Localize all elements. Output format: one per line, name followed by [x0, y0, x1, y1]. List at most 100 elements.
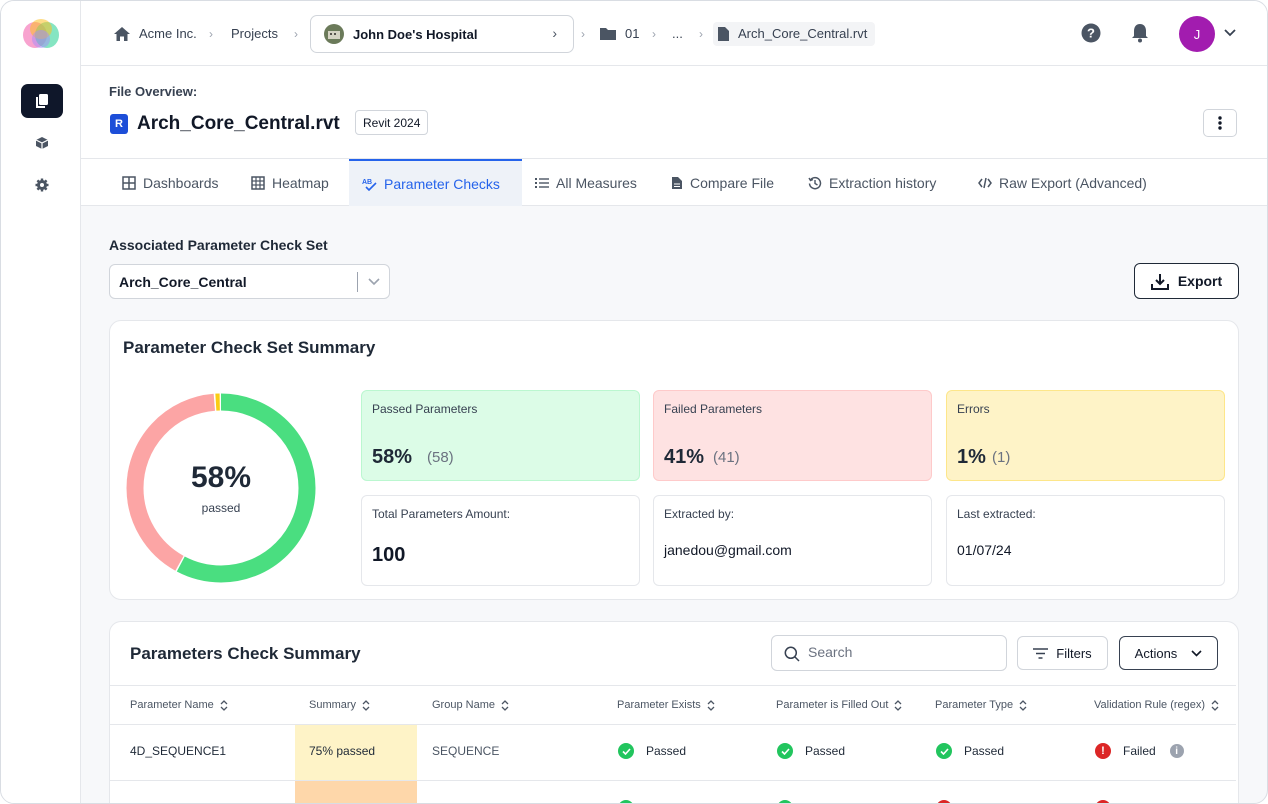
notifications-button[interactable]	[1128, 21, 1152, 45]
column-header-group-name[interactable]: Group Name	[432, 699, 509, 711]
chevron-right-icon: ›	[652, 27, 656, 41]
failed-stat-label: Failed Parameters	[664, 402, 763, 416]
errors-stat-label: Errors	[957, 402, 990, 416]
svg-text:AB: AB	[362, 179, 372, 186]
passed-stat-label: Passed Parameters	[372, 402, 478, 416]
select-divider	[357, 272, 358, 292]
tab-label: Parameter Checks	[384, 175, 500, 192]
passed-stat-pct: 58%	[372, 446, 413, 468]
errors-stat-count: (1)	[992, 449, 1011, 466]
column-header-label: Parameter Name	[130, 699, 214, 711]
check-set-label: Associated Parameter Check Set	[109, 237, 328, 253]
column-header-summary[interactable]: Summary	[309, 699, 370, 711]
status-text: Passed	[805, 744, 846, 758]
check-circle-icon	[777, 743, 793, 759]
search-icon	[784, 646, 800, 662]
donut-caption: passed	[201, 501, 241, 515]
table-icon	[251, 175, 265, 190]
top-bar: Acme Inc. › Projects › John Doe's Hospit…	[81, 1, 1267, 66]
tab-label: Extraction history	[829, 174, 937, 191]
revit-badge-letter: R	[115, 118, 123, 130]
search-input[interactable]	[808, 644, 988, 660]
filters-label: Filters	[1056, 645, 1092, 661]
chevron-right-icon: ›	[209, 27, 213, 41]
check-set-select[interactable]: Arch_Core_Central	[109, 264, 390, 299]
column-header-parameter-type[interactable]: Parameter Type	[935, 699, 1027, 711]
sort-icon	[501, 699, 509, 711]
breadcrumb-org-label: Acme Inc.	[139, 26, 197, 41]
donut-percentage: 58%	[190, 461, 252, 494]
errors-stat-card: Errors 1% (1)	[946, 390, 1225, 481]
tab-all-measures[interactable]: All Measures	[522, 159, 647, 206]
tab-heatmap[interactable]: Heatmap	[238, 159, 348, 206]
code-icon	[978, 177, 992, 188]
breadcrumb-file[interactable]: Arch_Core_Central.rvt	[713, 1, 876, 66]
status-text: Passed	[646, 744, 687, 758]
column-header-parameter-name[interactable]: Parameter Name	[130, 699, 228, 711]
tab-extraction-history[interactable]: Extraction history	[795, 159, 965, 206]
failed-stat-pct: 41%	[664, 446, 705, 468]
donut-center: 58% passed	[126, 393, 316, 583]
status-text: Passed	[964, 744, 1005, 758]
filters-button[interactable]: Filters	[1017, 636, 1108, 670]
column-header-label: Validation Rule (regex)	[1094, 699, 1206, 711]
column-header-label: Parameter Exists	[617, 699, 701, 711]
actions-button[interactable]: Actions	[1119, 636, 1218, 670]
table-divider	[110, 685, 1236, 686]
table-divider	[110, 724, 1236, 725]
column-header-parameter-filled[interactable]: Parameter is Filled Out	[776, 699, 902, 711]
last-extracted-label: Last extracted:	[957, 507, 1036, 521]
errors-stat-pct: 1%	[957, 446, 986, 468]
total-stat-value: 100	[372, 544, 406, 566]
export-label: Export	[1177, 273, 1223, 289]
chevron-right-icon: ›	[552, 25, 557, 41]
breadcrumb-org[interactable]: Acme Inc.	[113, 1, 197, 66]
folder-icon	[600, 28, 616, 40]
help-button[interactable]: ?	[1079, 21, 1103, 45]
chevron-right-icon: ›	[581, 27, 585, 41]
sort-icon	[362, 699, 370, 711]
user-avatar[interactable]: J	[1179, 16, 1215, 52]
last-extracted-card: Last extracted: 01/07/24	[946, 495, 1225, 586]
check-circle-icon	[936, 743, 952, 759]
check-circle-icon	[618, 743, 634, 759]
breadcrumb-projects[interactable]: Projects	[231, 1, 278, 66]
breadcrumb-file-label: Arch_Core_Central.rvt	[738, 26, 868, 41]
app-logo[interactable]	[21, 17, 61, 53]
column-header-parameter-exists[interactable]: Parameter Exists	[617, 699, 715, 711]
chevron-down-icon	[1224, 29, 1236, 37]
tab-compare-file[interactable]: Compare File	[658, 159, 788, 206]
sort-icon	[895, 699, 902, 711]
breadcrumb-folder[interactable]: 01	[599, 1, 639, 66]
cube-icon	[35, 137, 49, 149]
breadcrumb-ellipsis[interactable]: ...	[672, 1, 683, 66]
column-header-validation-rule[interactable]: Validation Rule (regex)	[1094, 699, 1219, 711]
extracted-by-card: Extracted by: janedou@gmail.com	[653, 495, 932, 586]
tab-parameter-checks[interactable]: AB Parameter Checks	[349, 159, 522, 206]
project-switcher[interactable]: John Doe's Hospital ›	[310, 15, 574, 53]
error-circle-icon: !	[1095, 743, 1111, 759]
tab-raw-export[interactable]: Raw Export (Advanced)	[965, 159, 1165, 206]
table-cell-validation: ! Failed i	[1095, 743, 1184, 759]
export-button[interactable]: Export	[1134, 263, 1239, 299]
search-box[interactable]	[771, 635, 1007, 671]
last-extracted-value: 01/07/24	[957, 542, 1012, 558]
check-set-value: Arch_Core_Central	[119, 274, 247, 290]
rail-files-button[interactable]	[21, 84, 63, 118]
rail-settings-button[interactable]	[21, 168, 63, 202]
total-stat-card: Total Parameters Amount: 100	[361, 495, 640, 586]
file-menu-button[interactable]	[1203, 109, 1237, 137]
svg-text:?: ?	[1087, 26, 1095, 41]
avatar-initial: J	[1193, 26, 1201, 42]
file-icon	[718, 26, 729, 41]
column-header-label: Parameter is Filled Out	[776, 699, 889, 711]
revit-file-icon: R	[110, 114, 128, 134]
rail-models-button[interactable]	[21, 126, 63, 160]
tab-dashboards[interactable]: Dashboards	[109, 159, 229, 206]
info-icon[interactable]: i	[1169, 744, 1184, 758]
gear-icon	[35, 178, 49, 192]
file-overview-label: File Overview:	[109, 84, 198, 99]
user-menu-toggle[interactable]	[1218, 21, 1242, 45]
project-name: John Doe's Hospital	[353, 26, 478, 42]
sort-icon	[1019, 699, 1027, 711]
